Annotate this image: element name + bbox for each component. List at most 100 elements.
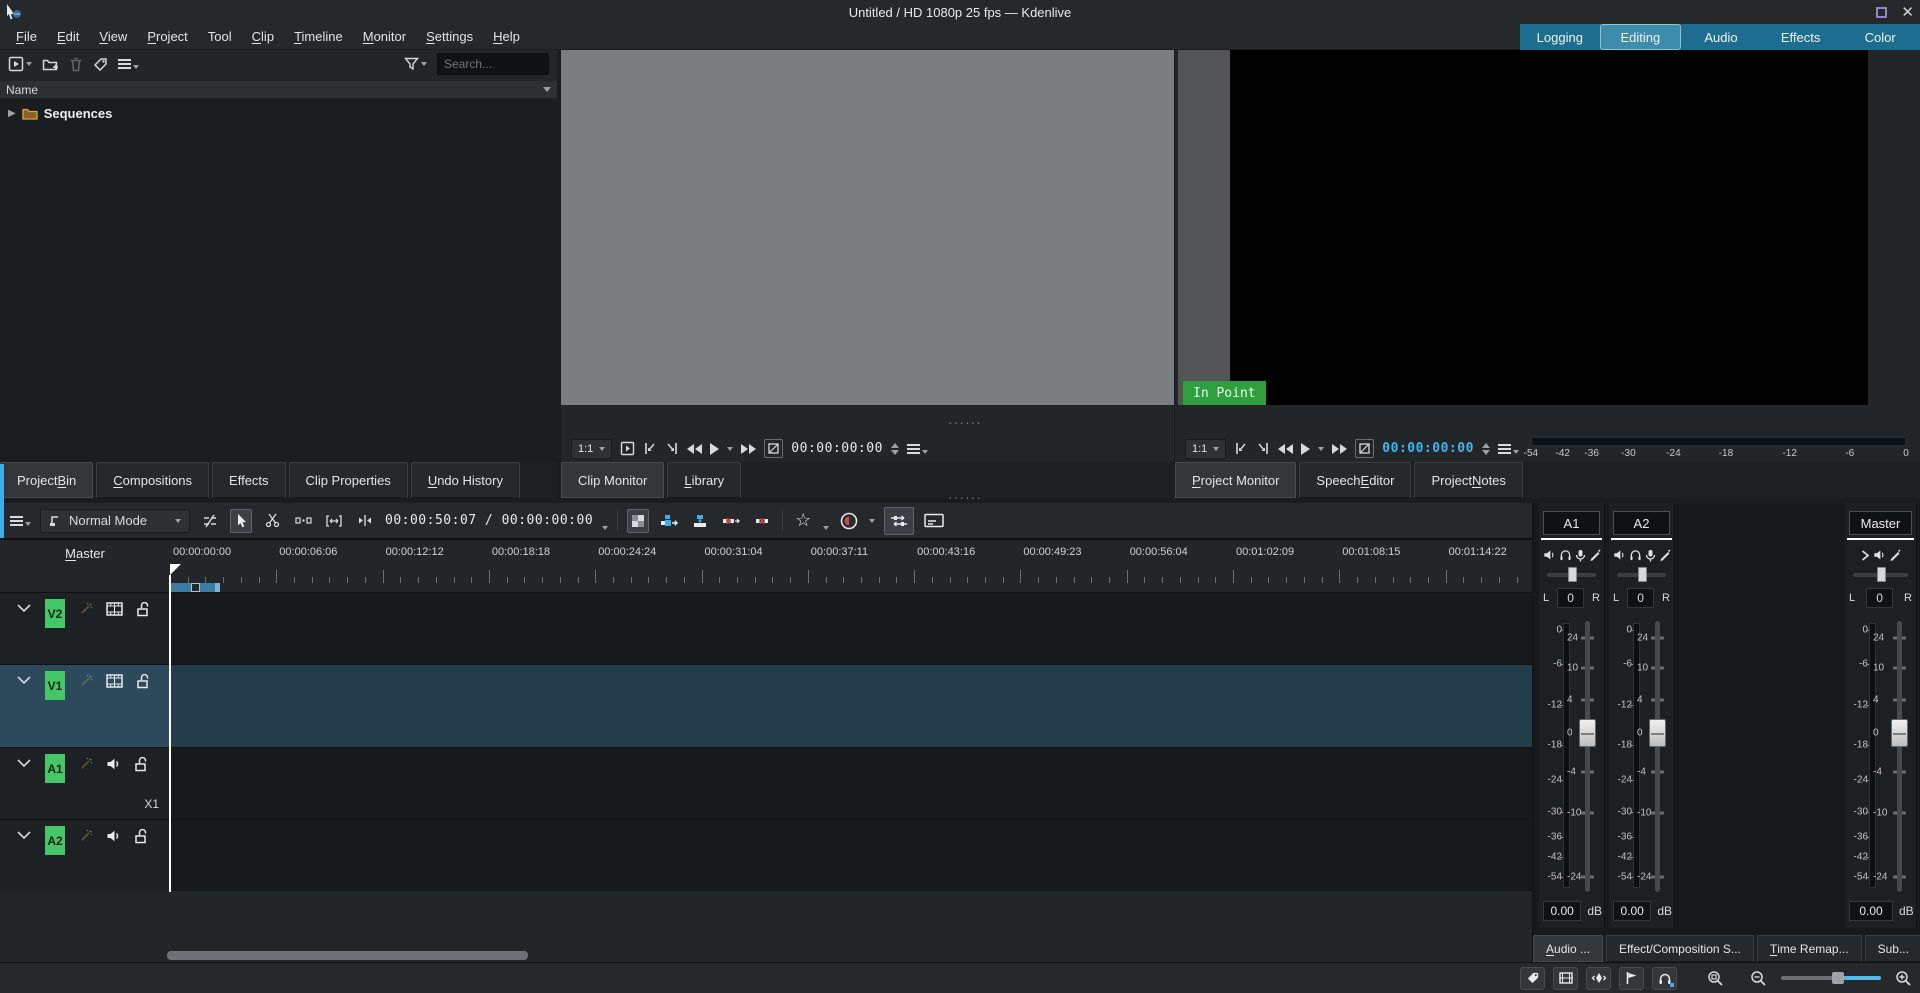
effects-pen-icon[interactable] — [1589, 549, 1601, 561]
volume-fader[interactable] — [1655, 621, 1660, 892]
timeline-timecode[interactable]: 00:00:50:07 / 00:00:00:00 — [385, 513, 593, 528]
balance-handle[interactable] — [1877, 567, 1886, 582]
timeline-zoom-slider[interactable] — [1781, 976, 1881, 980]
mute-icon[interactable] — [1613, 549, 1626, 561]
filter-dropdown-icon[interactable] — [421, 62, 427, 66]
track-row-a1[interactable]: A1 X1 — [0, 747, 1532, 819]
play-dropdown-icon[interactable] — [1318, 447, 1324, 451]
track-header-a2[interactable]: A2 — [0, 820, 170, 891]
bin-column-header[interactable]: Name — [0, 81, 557, 99]
clip-timecode[interactable]: 00:00:00:00 — [791, 441, 883, 456]
panel-tab-undo-history[interactable]: Undo History — [411, 462, 520, 498]
record-button[interactable] — [838, 509, 860, 533]
chevron-down-icon[interactable] — [16, 829, 32, 841]
lock-open-icon[interactable] — [134, 829, 147, 844]
zoom-out-button[interactable] — [1750, 970, 1767, 987]
mixer-toggle-button[interactable] — [884, 507, 914, 535]
gain-value[interactable]: 0.00 — [1543, 901, 1581, 921]
menu-monitor[interactable]: Monitor — [353, 24, 416, 49]
track-header-v2[interactable]: V2 — [0, 593, 170, 664]
clip-monitor-tab-clip-monitor[interactable]: Clip Monitor — [561, 462, 664, 498]
mixer-strip-buttons[interactable] — [1539, 546, 1604, 564]
playhead-flag[interactable] — [170, 564, 181, 575]
track-compositing-button[interactable] — [627, 509, 649, 533]
create-folder-button[interactable] — [42, 57, 59, 72]
timeline-ruler[interactable]: 00:00:00:0000:00:06:0600:00:12:1200:00:1… — [170, 540, 1532, 592]
effects-wand-icon[interactable] — [78, 757, 93, 772]
fit-zoom-button[interactable] — [323, 509, 345, 533]
master-track-button[interactable]: Master — [0, 540, 170, 592]
splitter-handle[interactable]: ······ — [948, 420, 982, 424]
favorite-effects-button[interactable]: ☆ — [792, 509, 814, 533]
mixer-strip-name[interactable]: A2 — [1613, 511, 1670, 535]
clip-zone-play-icon[interactable] — [620, 441, 635, 456]
razor-tool-button[interactable] — [261, 509, 283, 533]
extract-zone-button[interactable] — [720, 509, 742, 533]
workspace-tab-audio[interactable]: Audio — [1681, 24, 1761, 50]
menu-clip[interactable]: Clip — [242, 24, 284, 49]
column-sort-icon[interactable] — [543, 87, 551, 92]
clip-monitor-menu-button[interactable] — [907, 444, 928, 454]
track-badge[interactable]: V1 — [45, 671, 65, 700]
zone-mode-button[interactable] — [1355, 439, 1374, 458]
project-monitor-tab-speech-editor[interactable]: Speech Editor — [1299, 462, 1411, 498]
track-badge[interactable]: V2 — [45, 599, 65, 628]
balance-value[interactable]: 0 — [1866, 588, 1893, 608]
forward-icon[interactable] — [741, 444, 756, 454]
mixer-strip-name[interactable]: Master — [1849, 511, 1912, 535]
close-button[interactable]: ✕ — [1901, 5, 1914, 20]
forward-icon[interactable] — [1332, 444, 1347, 454]
track-header-v1[interactable]: V1 — [0, 665, 170, 747]
track-lane-v1[interactable] — [170, 665, 1532, 747]
effects-pen-icon[interactable] — [1659, 549, 1671, 561]
subtitle-toggle-button[interactable] — [923, 509, 945, 533]
keyframes-toggle-button[interactable] — [1586, 967, 1611, 990]
rewind-icon[interactable] — [687, 444, 702, 454]
track-header-a1[interactable]: A1 X1 — [0, 748, 170, 819]
menu-project[interactable]: Project — [137, 24, 197, 49]
set-zone-in-icon[interactable] — [643, 441, 657, 456]
add-clip-dropdown-icon[interactable] — [26, 62, 32, 66]
expand-arrow-icon[interactable]: ▶ — [8, 108, 16, 119]
rewind-icon[interactable] — [1278, 444, 1293, 454]
video-track-icon[interactable] — [106, 602, 123, 616]
mixer-tab-sub[interactable]: Sub... — [1865, 935, 1920, 962]
balance-value[interactable]: 0 — [1557, 588, 1584, 608]
gain-value[interactable]: 0.00 — [1613, 901, 1651, 921]
mixer-strip-name[interactable]: A1 — [1543, 511, 1600, 535]
monitor-audio-toggle-button[interactable] — [1652, 967, 1677, 990]
play-icon[interactable] — [1301, 443, 1310, 455]
bin-menu-button[interactable] — [118, 59, 139, 69]
splitter-handle[interactable]: ······ — [948, 495, 982, 499]
panel-tab-clip-properties[interactable]: Clip Properties — [289, 462, 408, 498]
track-row-a2[interactable]: A2 — [0, 819, 1532, 891]
project-timecode[interactable]: 00:00:00:00 — [1382, 441, 1474, 456]
search-input[interactable] — [437, 53, 549, 75]
overwrite-zone-button[interactable] — [689, 509, 711, 533]
selection-tool-button[interactable] — [230, 509, 252, 533]
record-mic-icon[interactable] — [1645, 549, 1656, 562]
timeline-menu-button[interactable] — [10, 516, 31, 526]
audio-track-icon[interactable] — [106, 829, 121, 843]
zone-handle[interactable] — [191, 583, 200, 592]
spacer-tool-button[interactable] — [292, 509, 314, 533]
collapse-chevron-icon[interactable] — [1860, 549, 1870, 562]
chevron-down-icon[interactable] — [16, 674, 32, 686]
mixer-tab-time-remap[interactable]: Time Remap... — [1757, 935, 1862, 962]
track-lane-v2[interactable] — [170, 593, 1532, 664]
slip-tool-button[interactable] — [354, 509, 376, 533]
mixer-tab-effect-composition-s[interactable]: Effect/Composition S... — [1606, 935, 1754, 962]
timeline-edit-icon[interactable] — [199, 509, 221, 533]
bin-tree[interactable]: ▶ Sequences — [0, 99, 557, 462]
lock-open-icon[interactable] — [136, 674, 149, 689]
menu-settings[interactable]: Settings — [416, 24, 483, 49]
balance-value[interactable]: 0 — [1627, 588, 1654, 608]
timeline-zone-bar[interactable] — [170, 583, 220, 592]
lock-open-icon[interactable] — [136, 602, 149, 617]
menu-view[interactable]: View — [89, 24, 137, 49]
fader-handle[interactable] — [1891, 719, 1908, 747]
menu-tool[interactable]: Tool — [198, 24, 242, 49]
set-zone-out-icon[interactable] — [665, 441, 679, 456]
timecode-spinner[interactable] — [891, 443, 899, 455]
timecode-dropdown-icon[interactable] — [602, 526, 608, 530]
